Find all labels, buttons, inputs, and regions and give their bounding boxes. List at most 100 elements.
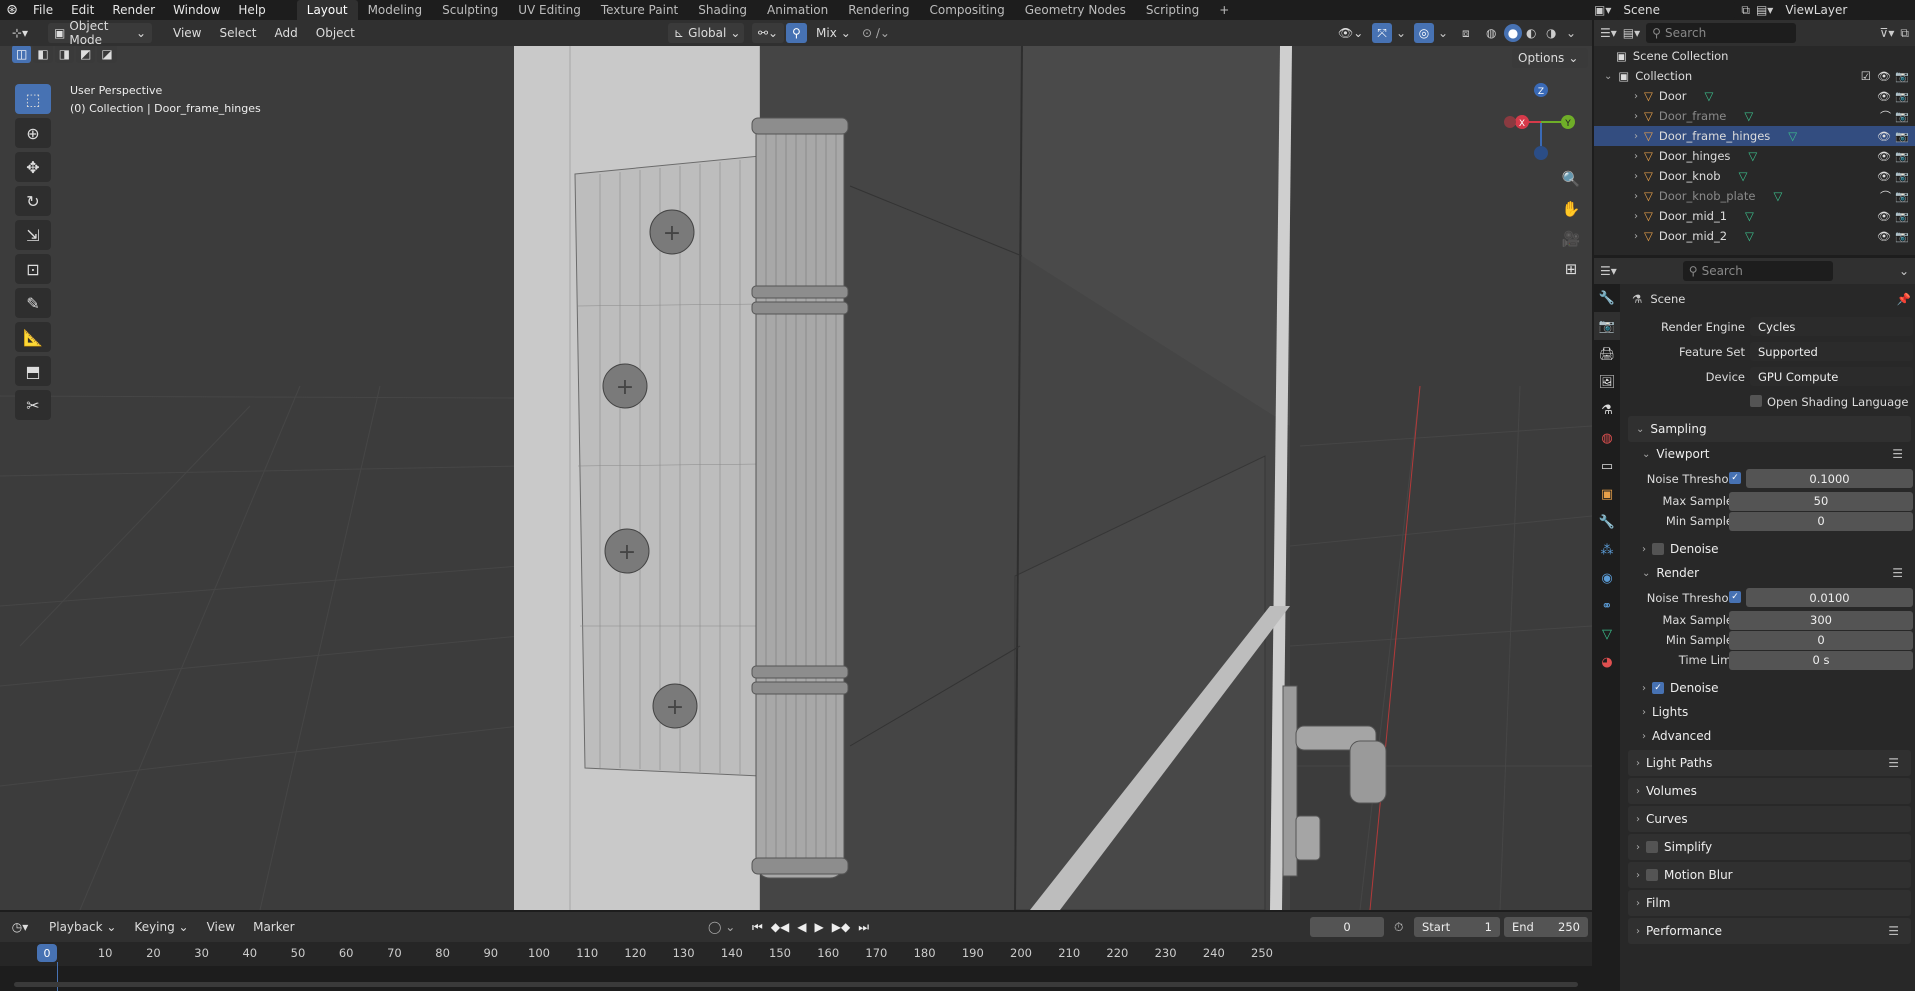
mesh-data-icon[interactable]: ▽ xyxy=(1739,169,1748,183)
device-dropdown[interactable]: GPU Compute xyxy=(1750,367,1913,386)
eye-icon[interactable]: ⌒ xyxy=(1880,108,1891,124)
select-new-icon[interactable]: ◫ xyxy=(12,46,32,63)
collection-row[interactable]: ⌄ ▣ Collection ☑ 👁 📷 xyxy=(1594,66,1915,86)
data-tab-icon[interactable]: ▽ xyxy=(1594,620,1620,648)
select-box-icon[interactable]: ⬚ xyxy=(15,84,51,114)
menu-add[interactable]: Add xyxy=(266,26,307,40)
new-scene-icon[interactable]: ⧉ xyxy=(1741,3,1750,18)
eye-icon[interactable]: 👁 xyxy=(1877,150,1891,163)
r-denoise-checkbox[interactable]: ✓ xyxy=(1652,682,1664,694)
menu-playback[interactable]: Playback ⌄ xyxy=(40,920,125,934)
snap-target-selector[interactable]: Mix ⌄ xyxy=(810,23,857,43)
lights-subpanel[interactable]: › Lights xyxy=(1624,700,1915,724)
camera-render-icon[interactable]: 📷 xyxy=(1895,210,1909,223)
blender-logo-icon[interactable]: ⊛ xyxy=(0,2,24,18)
mesh-data-icon[interactable]: ▽ xyxy=(1744,109,1753,123)
physics-tab-icon[interactable]: ◉ xyxy=(1594,564,1620,592)
mesh-data-icon[interactable]: ▽ xyxy=(1773,189,1782,203)
tab-uv-editing[interactable]: UV Editing xyxy=(508,0,591,20)
r-denoise-subpanel[interactable]: › ✓ Denoise xyxy=(1624,676,1915,700)
camera-render-icon[interactable]: 📷 xyxy=(1895,230,1909,243)
display-mode-icon[interactable]: ▤▾ xyxy=(1623,26,1640,40)
play-icon[interactable]: ▶ xyxy=(815,920,824,935)
editor-type-icon[interactable]: ⊹▾ xyxy=(0,26,40,40)
prev-keyframe-icon[interactable]: ◆◀ xyxy=(771,920,789,935)
3d-viewport[interactable]: + + + + Z Y X ◫ ◧ ◨ ◩ ◪ Options ⌄ xyxy=(0,46,1592,910)
menu-marker[interactable]: Marker xyxy=(244,920,303,934)
chevron-right-icon[interactable]: › xyxy=(1634,131,1638,142)
select-intersect-icon[interactable]: ◪ xyxy=(97,46,117,63)
shading-wireframe-icon[interactable]: ◍ xyxy=(1486,26,1496,40)
chevron-right-icon[interactable]: › xyxy=(1634,151,1638,162)
advanced-subpanel[interactable]: › Advanced xyxy=(1624,724,1915,748)
camera-icon[interactable]: 🎥 xyxy=(1558,226,1584,252)
measure-icon[interactable]: 📐 xyxy=(15,322,51,352)
xray-toggle-icon[interactable]: ⧈ xyxy=(1462,26,1470,41)
visibility-icon[interactable]: 👁⌄ xyxy=(1338,26,1363,40)
move-icon[interactable]: ✥ xyxy=(15,152,51,182)
performance-panel[interactable]: › Performance ☰ xyxy=(1628,918,1911,944)
tab-shading[interactable]: Shading xyxy=(688,0,757,20)
stopwatch-icon[interactable]: ⏱ xyxy=(1394,920,1403,935)
light-paths-panel[interactable]: › Light Paths ☰ xyxy=(1628,750,1911,776)
viewport-subpanel[interactable]: ⌄ Viewport ☰ xyxy=(1624,442,1915,466)
auto-keying-icon[interactable]: ◯ ⌄ xyxy=(708,920,735,934)
pivot-selector[interactable]: ⚯⌄ xyxy=(752,23,785,43)
chevron-down-icon[interactable]: ⌄ xyxy=(1604,71,1612,82)
outliner-item[interactable]: › ▽ Door_hinges ▽ 👁 📷 xyxy=(1594,146,1915,166)
outliner-item[interactable]: › ▽ Door_knob ▽ 👁 📷 xyxy=(1594,166,1915,186)
tab-layout[interactable]: Layout xyxy=(296,0,358,20)
tab-scripting[interactable]: Scripting xyxy=(1136,0,1209,20)
playhead[interactable]: 0 xyxy=(37,944,57,962)
mesh-data-icon[interactable]: ▽ xyxy=(1745,209,1754,223)
overlay-toggle[interactable]: ◎ xyxy=(1414,23,1434,43)
eye-icon[interactable]: 👁 xyxy=(1877,230,1891,243)
viewlayer-selector[interactable]: ViewLayer xyxy=(1779,0,1870,20)
menu-window[interactable]: Window xyxy=(164,0,229,20)
select-subtract-icon[interactable]: ◨ xyxy=(54,46,75,63)
next-keyframe-icon[interactable]: ▶◆ xyxy=(832,920,850,935)
film-panel[interactable]: › Film xyxy=(1628,890,1911,916)
mesh-data-icon[interactable]: ▽ xyxy=(1705,89,1714,103)
simplify-panel[interactable]: › Simplify xyxy=(1628,834,1911,860)
r-time-field[interactable]: 0 s xyxy=(1729,650,1913,670)
chevron-right-icon[interactable]: › xyxy=(1634,231,1638,242)
eye-icon[interactable]: ⌒ xyxy=(1880,188,1891,204)
tab-geometry-nodes[interactable]: Geometry Nodes xyxy=(1015,0,1136,20)
list-icon[interactable]: ☰ xyxy=(1888,756,1899,770)
timeline-editor-icon[interactable]: ◷▾ xyxy=(0,920,40,934)
render-subpanel[interactable]: ⌄ Render ☰ xyxy=(1624,561,1915,585)
add-cube-icon[interactable]: ⬒ xyxy=(15,356,51,386)
zoom-icon[interactable]: 🔍 xyxy=(1558,166,1584,192)
play-reverse-icon[interactable]: ◀ xyxy=(797,920,806,935)
material-tab-icon[interactable]: ◕ xyxy=(1594,648,1620,676)
select-extend-icon[interactable]: ◧ xyxy=(33,46,53,63)
shading-rendered-icon[interactable]: ◑ xyxy=(1546,26,1556,40)
jump-start-icon[interactable]: ⏮ xyxy=(752,920,763,935)
list-icon[interactable]: ☰ xyxy=(1892,566,1903,580)
cut-icon[interactable]: ✂ xyxy=(15,390,51,420)
properties-search-input[interactable]: ⚲ Search xyxy=(1682,261,1833,281)
eye-icon[interactable]: 👁 xyxy=(1877,130,1891,143)
menu-edit[interactable]: Edit xyxy=(62,0,103,20)
menu-select[interactable]: Select xyxy=(210,26,265,40)
camera-render-icon[interactable]: 📷 xyxy=(1895,170,1909,183)
motion-blur-checkbox[interactable] xyxy=(1646,869,1658,881)
menu-timeline-view[interactable]: View xyxy=(198,920,244,934)
shading-material-icon[interactable]: ◐ xyxy=(1526,26,1536,40)
timeline[interactable]: 10 20 30 40 50 60 70 80 90 100 110 120 130 140 150 160 1… xyxy=(0,942,1592,991)
camera-render-icon[interactable]: 📷 xyxy=(1895,70,1909,83)
chevron-right-icon[interactable]: › xyxy=(1634,91,1638,102)
orientation-selector[interactable]: ⊾ Global ⌄ xyxy=(668,23,744,43)
camera-render-icon[interactable]: 📷 xyxy=(1895,130,1909,143)
scene-icon[interactable]: ▣▾ xyxy=(1594,3,1611,17)
gizmo-dropdown-icon[interactable]: ⌄ xyxy=(1396,26,1406,40)
chevron-right-icon[interactable]: › xyxy=(1634,171,1638,182)
chevron-right-icon[interactable]: › xyxy=(1634,211,1638,222)
new-collection-icon[interactable]: ⧉ xyxy=(1900,26,1909,41)
render-engine-dropdown[interactable]: Cycles xyxy=(1750,317,1913,336)
proportional-edit-icon[interactable]: ⊙ ∕⌄ xyxy=(862,26,890,40)
outliner-search-input[interactable]: ⚲ Search xyxy=(1646,23,1797,43)
tab-compositing[interactable]: Compositing xyxy=(919,0,1014,20)
chevron-right-icon[interactable]: › xyxy=(1634,191,1638,202)
